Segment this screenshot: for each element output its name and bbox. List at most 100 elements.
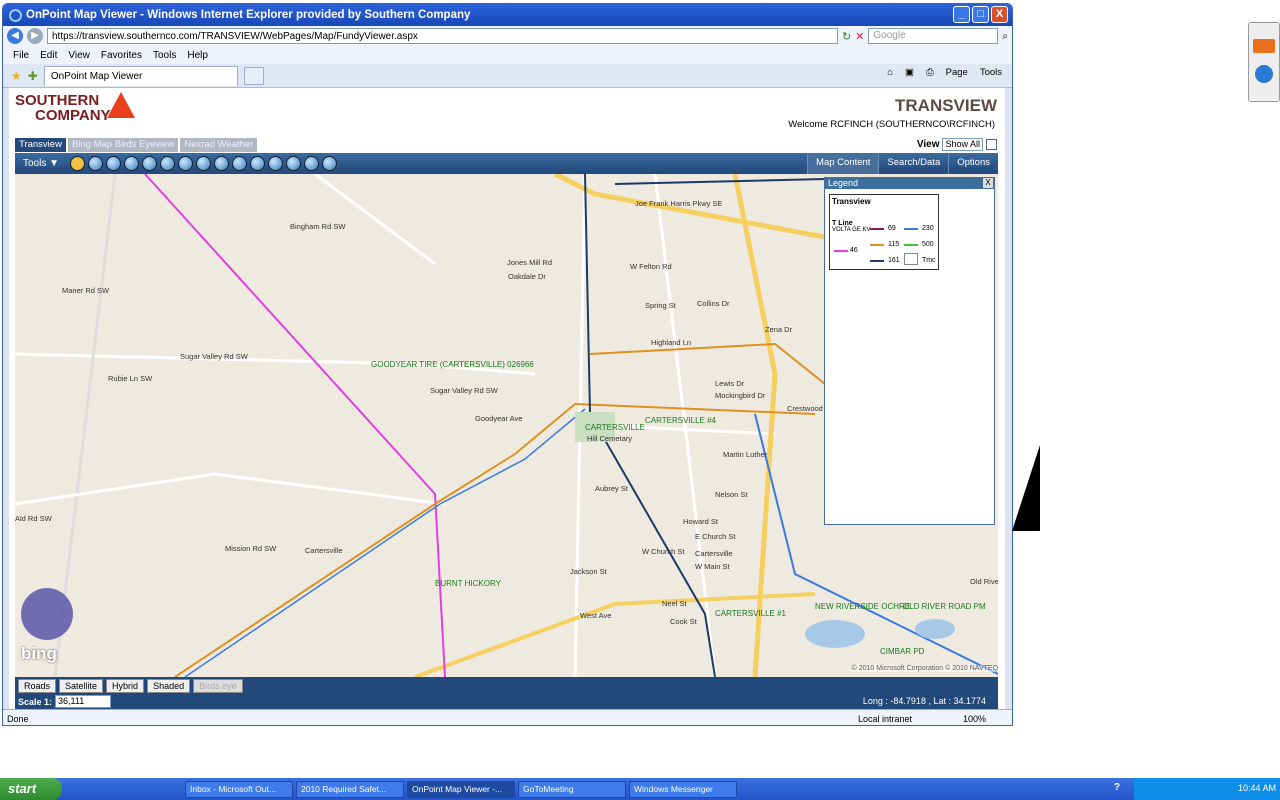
legend-swatch-161 bbox=[870, 260, 884, 262]
feeds-icon[interactable]: ▣ bbox=[905, 67, 914, 78]
map-label: CIMBAR PD bbox=[880, 647, 925, 656]
page-menu[interactable]: Page bbox=[946, 67, 968, 78]
pond bbox=[805, 620, 865, 648]
measure-icon[interactable] bbox=[268, 156, 283, 171]
refresh-icon[interactable] bbox=[1255, 65, 1273, 83]
stop-icon[interactable]: ✕ bbox=[855, 30, 864, 43]
url-text: https://transview.southernco.com/TRANSVI… bbox=[52, 30, 418, 42]
taskbar-messenger[interactable]: Windows Messenger bbox=[629, 780, 737, 798]
globe-icon[interactable] bbox=[196, 156, 211, 171]
add-favorites-icon[interactable]: ✚ bbox=[28, 69, 38, 83]
map-label: OLD RIVER ROAD PM bbox=[903, 602, 986, 611]
legend-swatch-230 bbox=[904, 228, 918, 230]
close-button[interactable]: X bbox=[991, 6, 1008, 23]
tab-bing-birds-eye[interactable]: Bing Map Birds Eyeview bbox=[67, 138, 179, 152]
legend-swatch-tmc bbox=[904, 253, 918, 265]
forward-button[interactable]: ▶ bbox=[27, 28, 43, 44]
tab-transview[interactable]: Transview bbox=[15, 138, 66, 152]
tab-map-content[interactable]: Map Content bbox=[807, 153, 879, 174]
help-bulb-icon[interactable] bbox=[286, 156, 301, 171]
zoom-out-icon[interactable] bbox=[88, 156, 103, 171]
map-label: West Ave bbox=[580, 611, 612, 620]
tools-dropdown[interactable]: Tools ▼ bbox=[15, 158, 65, 169]
map-label: GOODYEAR TIRE (CARTERSVILLE) 026966 bbox=[371, 360, 534, 369]
map-label: Zena Dr bbox=[765, 325, 793, 334]
hybrid-button[interactable]: Hybrid bbox=[106, 678, 145, 693]
legend-label-tmc: Tmc bbox=[922, 257, 936, 264]
favorites-star-icon[interactable]: ★ bbox=[11, 69, 22, 83]
legend-box: Transview T Line VOLTA GE KV 46 69 115 1… bbox=[829, 194, 939, 270]
legend-swatch-69 bbox=[870, 228, 884, 230]
zoom-level[interactable]: 100% bbox=[963, 714, 986, 724]
map-label: NEW RIVERSIDE OCHRE bbox=[815, 602, 911, 611]
taskbar: start Inbox - Microsoft Out... 2010 Requ… bbox=[0, 778, 1280, 800]
legend-swatch-500 bbox=[904, 244, 918, 246]
taskbar-gotomeeting[interactable]: GoToMeeting bbox=[518, 780, 626, 798]
menu-view[interactable]: View bbox=[68, 50, 90, 61]
map-label: Nelson St bbox=[715, 490, 748, 499]
menu-file[interactable]: File bbox=[13, 50, 29, 61]
settings-icon[interactable] bbox=[322, 156, 337, 171]
view-label: View bbox=[916, 139, 940, 150]
minimize-button[interactable]: _ bbox=[953, 6, 970, 23]
back-button[interactable]: ◀ bbox=[7, 28, 23, 44]
taskbar-safety[interactable]: 2010 Required Safet... bbox=[296, 780, 404, 798]
map-label: W Church St bbox=[642, 547, 685, 556]
legend-close-button[interactable]: X bbox=[983, 178, 993, 188]
help-icon[interactable]: ? bbox=[1114, 782, 1120, 793]
new-tab-button[interactable] bbox=[243, 66, 264, 85]
menu-tools[interactable]: Tools bbox=[153, 50, 176, 61]
legend-swatch-46 bbox=[834, 250, 848, 252]
search-input[interactable]: Google bbox=[868, 28, 999, 44]
tab-options[interactable]: Options bbox=[948, 153, 998, 174]
view-select[interactable]: Show All bbox=[942, 138, 983, 151]
back-icon[interactable] bbox=[1253, 39, 1275, 53]
address-bar: ◀ ▶ https://transview.southernco.com/TRA… bbox=[3, 26, 1012, 46]
satellite-button[interactable]: Satellite bbox=[59, 678, 104, 693]
taskbar-outlook[interactable]: Inbox - Microsoft Out... bbox=[185, 780, 293, 798]
print-icon[interactable]: ⎙ bbox=[926, 67, 934, 78]
menu-favorites[interactable]: Favorites bbox=[101, 50, 142, 61]
map-label: CARTERSVILLE #1 bbox=[715, 609, 786, 618]
tab-onpoint[interactable]: OnPoint Map Viewer bbox=[43, 65, 238, 86]
map-label: Jackson St bbox=[570, 567, 607, 576]
zoom-in-icon[interactable] bbox=[70, 156, 85, 171]
pan-hand-icon[interactable] bbox=[124, 156, 139, 171]
legend-swatch-115 bbox=[870, 244, 884, 246]
taskbar-onpoint[interactable]: OnPoint Map Viewer -... bbox=[407, 780, 515, 798]
start-button[interactable]: start bbox=[0, 778, 62, 800]
kml-icon[interactable] bbox=[214, 156, 229, 171]
menu-edit[interactable]: Edit bbox=[40, 50, 57, 61]
url-input[interactable]: https://transview.southernco.com/TRANSVI… bbox=[47, 28, 838, 44]
layers-icon[interactable] bbox=[178, 156, 193, 171]
map-label: Ald Rd SW bbox=[15, 514, 52, 523]
maximize-button[interactable]: □ bbox=[972, 6, 989, 23]
tab-search-data[interactable]: Search/Data bbox=[878, 153, 948, 174]
map-label: W Felton Rd bbox=[630, 262, 672, 271]
map-pan-control[interactable] bbox=[21, 588, 73, 640]
menu-help[interactable]: Help bbox=[187, 50, 208, 61]
scale-select[interactable]: 36,111 bbox=[55, 695, 112, 708]
roads-button[interactable]: Roads bbox=[18, 678, 57, 693]
tools-menu[interactable]: Tools bbox=[980, 67, 1002, 78]
sidebar-gadget[interactable] bbox=[1248, 22, 1280, 102]
map-label: Joe Frank Harris Pkwy SE bbox=[635, 199, 723, 208]
identify-icon[interactable] bbox=[142, 156, 157, 171]
export-icon[interactable] bbox=[232, 156, 247, 171]
map-label: CARTERSVILLE #4 bbox=[645, 416, 716, 425]
scale-bar: Scale 1: 36,111 Long : -84.7918 , Lat : … bbox=[15, 694, 998, 709]
search-icon[interactable]: ⌕ bbox=[1002, 31, 1008, 42]
home-icon[interactable]: ⌂ bbox=[887, 67, 893, 78]
map-canvas[interactable]: GOODYEAR TIRE (CARTERSVILLE) 026966 CARTE… bbox=[15, 174, 998, 677]
view-go-icon[interactable] bbox=[986, 139, 997, 150]
highway-41 bbox=[732, 174, 778, 677]
refresh-icon[interactable]: ↻ bbox=[842, 30, 851, 43]
map-label: Lewis Dr bbox=[715, 379, 745, 388]
birds-eye-button[interactable]: Birds eye bbox=[193, 678, 243, 693]
print-map-icon[interactable] bbox=[250, 156, 265, 171]
tab-nexrad-weather[interactable]: Nexrad Weather bbox=[180, 138, 258, 152]
select-icon[interactable] bbox=[160, 156, 175, 171]
shaded-button[interactable]: Shaded bbox=[147, 678, 191, 693]
query-icon[interactable] bbox=[304, 156, 319, 171]
zoom-extent-icon[interactable] bbox=[106, 156, 121, 171]
